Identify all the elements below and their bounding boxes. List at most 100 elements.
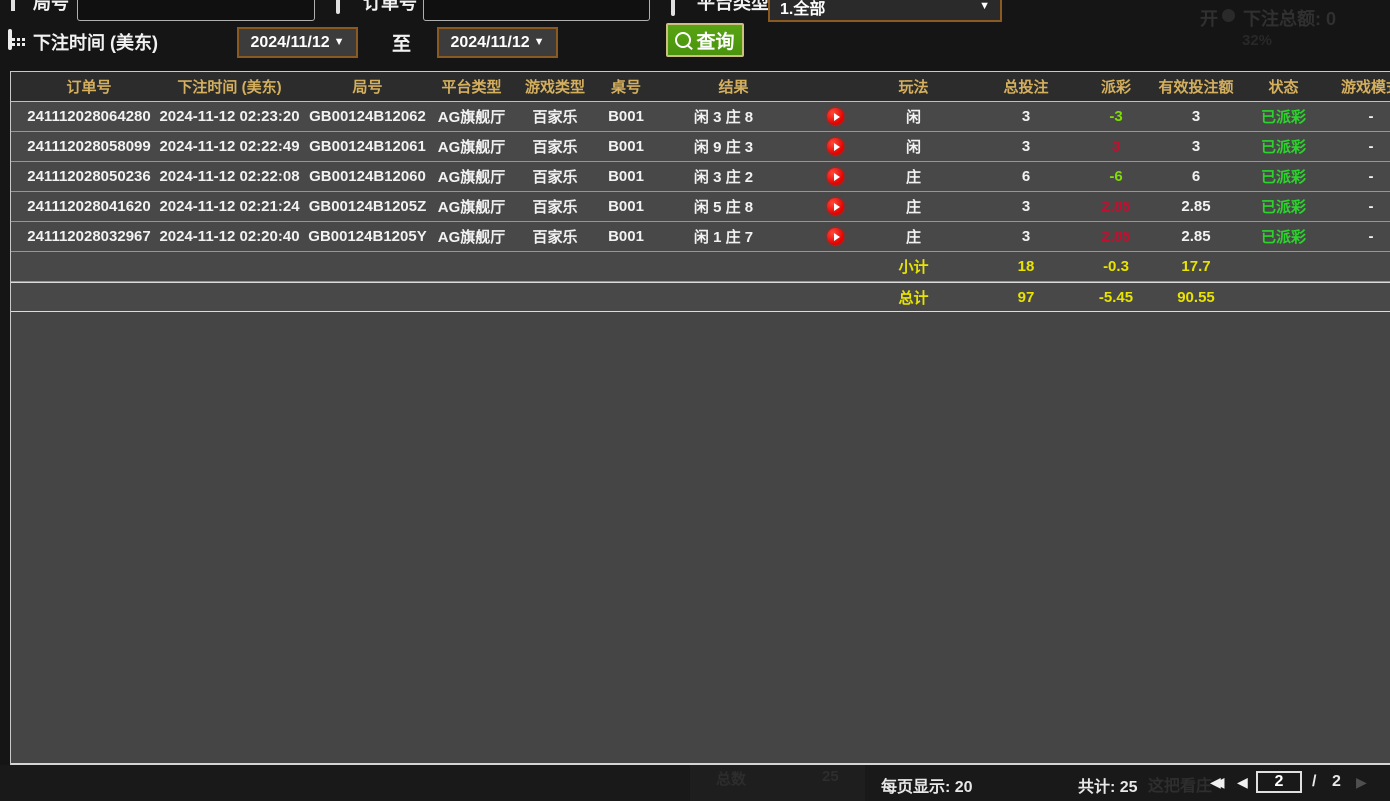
- replay-play-icon[interactable]: [827, 168, 844, 185]
- table-number: B001: [596, 168, 656, 185]
- date-range-to-label: 至: [392, 29, 411, 56]
- order-number: 241112028064280: [11, 108, 153, 125]
- order-number-label: 订单号: [363, 0, 417, 15]
- round-number-label: 局号: [33, 0, 69, 15]
- status-badge: 已派彩: [1246, 106, 1321, 127]
- total-bet: 6: [966, 168, 1086, 185]
- table-row: 241112028032967 2024-11-12 02:20:40 GB00…: [11, 222, 1390, 252]
- next-page-button[interactable]: ▶: [1356, 774, 1367, 791]
- round-number: GB00124B1205Y: [306, 228, 429, 245]
- game-type: 百家乐: [514, 136, 596, 157]
- valid-bet: 6: [1146, 168, 1246, 185]
- game-type: 百家乐: [514, 106, 596, 127]
- replay-play-icon[interactable]: [827, 228, 844, 245]
- platform-type-select[interactable]: 1.全部 ▼: [768, 0, 1002, 22]
- chevron-down-icon: ▼: [534, 37, 545, 48]
- round-number-input[interactable]: [77, 0, 315, 21]
- result-cell: 闲 5 庄 8: [656, 196, 861, 217]
- payout: 2.85: [1086, 228, 1146, 245]
- col-header-gamemode: 游戏模式: [1321, 76, 1390, 97]
- total-bet: 3: [966, 198, 1086, 215]
- total-count-label: 共计: 25: [1078, 773, 1138, 797]
- round-number: GB00124B12061: [306, 138, 429, 155]
- round-number: GB00124B1205Z: [306, 198, 429, 215]
- status-badge: 已派彩: [1246, 196, 1321, 217]
- ghost-count-value: 25: [822, 768, 839, 785]
- page-separator: /: [1312, 773, 1316, 791]
- first-page-button[interactable]: ◀◀: [1210, 774, 1218, 791]
- order-number: 241112028032967: [11, 228, 153, 245]
- replay-play-icon[interactable]: [827, 138, 844, 155]
- platform: AG旗舰厅: [429, 226, 514, 247]
- game-mode: -: [1321, 228, 1390, 245]
- round-number: GB00124B12060: [306, 168, 429, 185]
- chevron-down-icon: ▼: [334, 37, 345, 48]
- ghost-open-label: 开: [1200, 5, 1218, 31]
- table-row: 241112028064280 2024-11-12 02:23:20 GB00…: [11, 102, 1390, 132]
- table-header-row: 订单号 下注时间 (美东) 局号 平台类型 游戏类型 桌号 结果 玩法 总投注 …: [11, 72, 1390, 102]
- date-to-picker[interactable]: 2024/11/12 ▼: [437, 27, 558, 58]
- payout: 3: [1086, 138, 1146, 155]
- subtotal-total-bet: 18: [966, 258, 1086, 275]
- grand-total-row: 总计 97 -5.45 90.55: [11, 282, 1390, 312]
- table-row: 241112028041620 2024-11-12 02:21:24 GB00…: [11, 192, 1390, 222]
- platform: AG旗舰厅: [429, 136, 514, 157]
- play-type: 闲: [861, 136, 966, 157]
- ghost-dot-icon: [1222, 9, 1235, 22]
- result-cell: 闲 3 庄 2: [656, 166, 861, 187]
- ghost-bet-total: 下注总额: 0: [1243, 5, 1336, 31]
- bet-time: 2024-11-12 02:20:40: [153, 228, 306, 245]
- payout: -3: [1086, 108, 1146, 125]
- col-header-status: 状态: [1246, 76, 1321, 97]
- col-header-round: 局号: [306, 76, 429, 97]
- payout: -6: [1086, 168, 1146, 185]
- grand-total-valid-bet: 90.55: [1146, 289, 1246, 306]
- result-text: 闲 1 庄 7: [656, 226, 791, 247]
- bet-time: 2024-11-12 02:22:08: [153, 168, 306, 185]
- grand-total-payout: -5.45: [1086, 289, 1146, 306]
- ghost-percent: 32%: [1242, 32, 1272, 49]
- platform-type-icon: [671, 0, 675, 15]
- col-header-result: 结果: [656, 76, 861, 97]
- status-badge: 已派彩: [1246, 166, 1321, 187]
- play-type: 庄: [861, 196, 966, 217]
- ghost-count-label: 总数: [716, 768, 746, 789]
- page-number-input[interactable]: 2: [1256, 771, 1302, 793]
- replay-play-icon[interactable]: [827, 108, 844, 125]
- valid-bet: 2.85: [1146, 198, 1246, 215]
- prev-page-button[interactable]: ◀: [1237, 774, 1248, 791]
- round-number-icon: [11, 0, 15, 10]
- col-header-payout: 派彩: [1086, 76, 1146, 97]
- replay-play-icon[interactable]: [827, 198, 844, 215]
- col-header-totalbet: 总投注: [966, 76, 1086, 97]
- platform: AG旗舰厅: [429, 166, 514, 187]
- order-number: 241112028058099: [11, 138, 153, 155]
- date-from-value: 2024/11/12: [250, 34, 329, 52]
- valid-bet: 3: [1146, 138, 1246, 155]
- result-cell: 闲 9 庄 3: [656, 136, 861, 157]
- betting-records-screen: 局号 订单号 平台类型 1.全部 ▼ 下注时间 (美东) 2024/11/12 …: [0, 0, 1390, 801]
- result-cell: 闲 1 庄 7: [656, 226, 861, 247]
- table-number: B001: [596, 108, 656, 125]
- date-from-picker[interactable]: 2024/11/12 ▼: [237, 27, 358, 58]
- pagination-bar: 总数 25 这把看庄 每页显示: 20 共计: 25 ◀◀ ◀ 2 / 2 ▶: [0, 765, 1390, 801]
- platform-type-label: 平台类型: [697, 0, 769, 15]
- search-button[interactable]: 查询: [666, 23, 744, 57]
- total-bet: 3: [966, 108, 1086, 125]
- status-badge: 已派彩: [1246, 226, 1321, 247]
- play-type: 庄: [861, 166, 966, 187]
- bet-time: 2024-11-12 02:21:24: [153, 198, 306, 215]
- page-total: 2: [1332, 773, 1341, 791]
- game-mode: -: [1321, 138, 1390, 155]
- subtotal-valid-bet: 17.7: [1146, 258, 1246, 275]
- result-text: 闲 3 庄 8: [656, 106, 791, 127]
- order-number-input[interactable]: [423, 0, 650, 21]
- result-text: 闲 9 庄 3: [656, 136, 791, 157]
- order-number-icon: [336, 0, 340, 13]
- bet-records-table: 订单号 下注时间 (美东) 局号 平台类型 游戏类型 桌号 结果 玩法 总投注 …: [10, 71, 1390, 765]
- table-number: B001: [596, 198, 656, 215]
- col-header-gametype: 游戏类型: [514, 76, 596, 97]
- play-type: 闲: [861, 106, 966, 127]
- result-text: 闲 3 庄 2: [656, 166, 791, 187]
- table-number: B001: [596, 138, 656, 155]
